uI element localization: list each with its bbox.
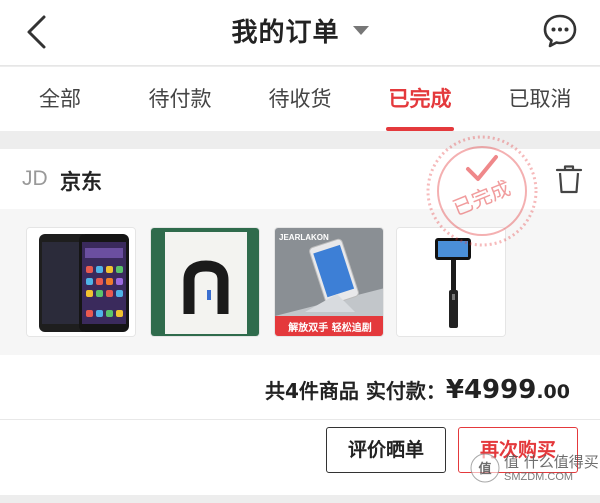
tab-pending-receipt[interactable]: 待收货 xyxy=(240,67,360,131)
order-status-tabs: 全部 待付款 待收货 已完成 已取消 xyxy=(0,67,600,131)
top-bar: 我的订单 xyxy=(0,0,600,66)
message-icon[interactable] xyxy=(542,13,578,49)
stand-caption: 解放双手 轻松追剧 xyxy=(288,321,371,334)
tab-completed[interactable]: 已完成 xyxy=(360,67,480,131)
page-title: 我的订单 xyxy=(231,18,340,48)
box-image xyxy=(151,228,259,336)
title-dropdown[interactable]: 我的订单 xyxy=(0,12,600,49)
product-thumbnail-box[interactable] xyxy=(150,227,260,337)
caret-down-icon xyxy=(352,26,369,35)
product-thumbnail-stand[interactable]: JEARLAKON 解放双手 轻松追剧 xyxy=(274,227,384,337)
price-main: ¥4999 xyxy=(445,375,537,405)
phone-image xyxy=(27,228,135,336)
svg-text:值: 值 xyxy=(478,461,491,477)
shop-name[interactable]: 京东 xyxy=(60,166,102,196)
tab-all[interactable]: 全部 xyxy=(0,67,120,131)
stand-brand: JEARLAKON xyxy=(279,233,329,242)
divider xyxy=(0,419,600,420)
watermark: 值 值 什么值得买 SMZDM.COM xyxy=(470,451,599,487)
order-card[interactable]: JD 京东 JEARLAKON 解放双手 轻松追剧 已完成 共4件商品 实付款：… xyxy=(0,135,600,495)
product-thumbnail-phone[interactable] xyxy=(26,227,136,337)
price-cents: .00 xyxy=(536,381,570,403)
order-summary: 共4件商品 实付款：¥4999.00 xyxy=(265,375,570,405)
shop-logo: JD xyxy=(22,167,48,190)
watermark-sub: SMZDM.COM xyxy=(504,471,574,483)
watermark-logo-icon: 值 xyxy=(470,453,500,483)
tab-pending-payment[interactable]: 待付款 xyxy=(120,67,240,131)
summary-label: 共4件商品 实付款： xyxy=(264,379,446,403)
review-button[interactable]: 评价晒单 xyxy=(326,427,446,473)
stand-image: JEARLAKON 解放双手 轻松追剧 xyxy=(275,228,383,336)
stamp-text: 已完成 xyxy=(449,176,514,221)
trash-icon[interactable] xyxy=(554,163,584,195)
tab-cancelled[interactable]: 已取消 xyxy=(480,67,600,131)
completed-stamp-icon: 已完成 xyxy=(426,135,538,247)
watermark-text: 值 什么值得买 xyxy=(504,453,599,471)
